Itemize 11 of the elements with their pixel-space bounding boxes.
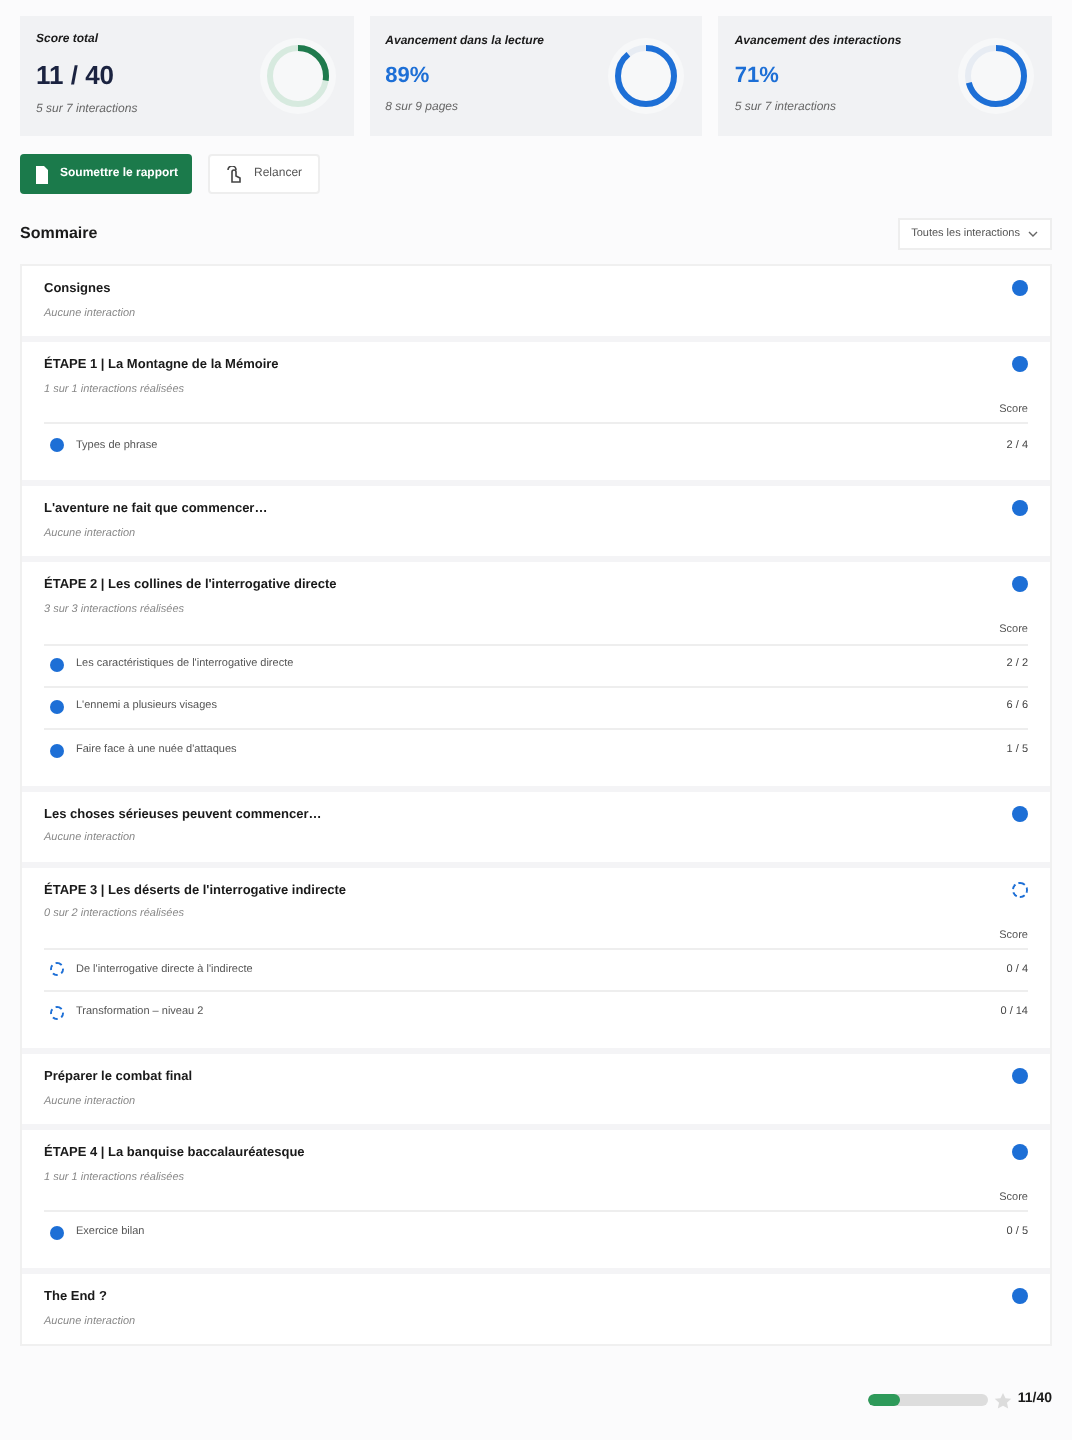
progress-ring [608,38,685,114]
summary-title: Sommaire [20,222,98,246]
pointer-icon [226,165,243,183]
stat-value: 89% [385,62,432,93]
progress-ring [259,38,336,114]
chevron-icon [1028,230,1038,238]
star-icon [993,1391,1012,1410]
stat-value: 71% [734,62,781,93]
document-icon [34,165,50,183]
progress-ring [958,38,1034,114]
stat-value: 11 / 40 [36,58,117,95]
